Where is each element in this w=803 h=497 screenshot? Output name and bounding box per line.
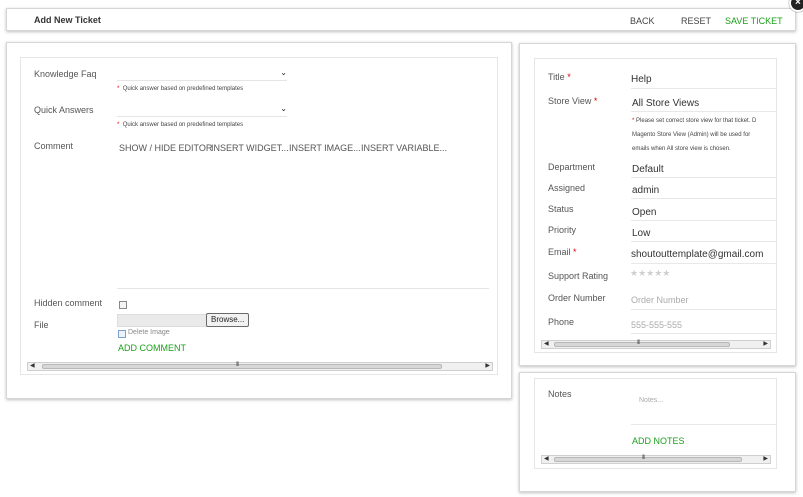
notes-textarea[interactable]: Notes... [639, 397, 663, 404]
store-view-select[interactable]: All Store Views [632, 98, 699, 109]
email-field[interactable]: shoutouttemplate@gmail.com [631, 249, 763, 260]
scroll-right-icon[interactable]: ▶ [763, 341, 768, 348]
store-view-hint: * Please set correct store view for that… [632, 114, 778, 156]
priority-select[interactable]: Low [632, 228, 650, 239]
support-rating-stars[interactable]: ★★★★★ [630, 268, 670, 279]
field-underline [631, 220, 777, 221]
field-underline [631, 198, 777, 199]
scroll-left-icon[interactable]: ◀ [544, 341, 549, 348]
hidden-comment-label: Hidden comment [34, 298, 103, 308]
scroll-right-icon[interactable]: ▶ [763, 456, 768, 463]
field-underline [631, 111, 777, 112]
required-mark: * [567, 72, 571, 82]
add-comment-button[interactable]: ADD COMMENT [118, 343, 186, 353]
knowledge-faq-label: Knowledge Faq [34, 69, 97, 79]
back-button[interactable]: BACK [630, 16, 655, 26]
store-view-label: Store View * [548, 96, 597, 106]
field-underline [631, 424, 777, 425]
order-number-label: Order Number [548, 293, 606, 303]
insert-variable-button[interactable]: INSERT VARIABLE... [361, 143, 447, 153]
scroll-left-icon[interactable]: ◀ [30, 363, 35, 370]
hint-star: * [632, 118, 635, 124]
field-underline [631, 309, 777, 310]
quick-answers-label: Quick Answers [34, 105, 94, 115]
scroll-grip-icon: III [637, 340, 640, 346]
required-mark: * [593, 96, 598, 106]
chevron-down-icon: ⌄ [280, 104, 287, 113]
notes-form: Notes Notes... ADD NOTES ◀ III ▶ [534, 378, 777, 469]
details-horizontal-scrollbar[interactable]: ◀ III ▶ [541, 340, 771, 349]
assigned-select[interactable]: admin [632, 185, 659, 196]
email-label-text: Email [548, 247, 571, 257]
assigned-label: Assigned [548, 183, 586, 193]
hidden-comment-checkbox[interactable] [119, 301, 127, 309]
store-view-hint-text-1: Please set correct store view for that t… [636, 118, 757, 124]
add-notes-button[interactable]: ADD NOTES [632, 436, 685, 446]
ticket-header-bar: Add New Ticket BACK RESET SAVE TICKET [6, 8, 796, 31]
close-icon: × [795, 0, 801, 8]
title-label: Title * [548, 72, 571, 82]
order-number-input[interactable]: Order Number [631, 295, 689, 305]
show-hide-editor-button[interactable]: SHOW / HIDE EDITOR [119, 143, 212, 153]
notes-label: Notes [548, 389, 572, 399]
title-field[interactable]: Help [631, 74, 652, 85]
quick-answers-hint: * Quick answer based on predefined templ… [117, 122, 243, 128]
notes-panel: Notes Notes... ADD NOTES ◀ III ▶ [519, 372, 796, 492]
status-select[interactable]: Open [632, 207, 656, 218]
quick-answers-select[interactable]: ⌄ [117, 103, 287, 117]
required-mark: * [573, 247, 577, 257]
save-ticket-button[interactable]: SAVE TICKET [725, 16, 783, 26]
scroll-thumb[interactable] [554, 457, 742, 462]
comment-label: Comment [34, 141, 74, 151]
store-view-hint-line-2: Magento Store View (Admin) will be used … [632, 132, 751, 138]
knowledge-faq-hint-text: Quick answer based on predefined templat… [122, 86, 244, 92]
knowledge-faq-select[interactable]: ⌄ [117, 67, 287, 81]
comment-panel: Knowledge Faq ⌄ * Quick answer based on … [6, 42, 512, 399]
page-title: Add New Ticket [34, 15, 101, 25]
knowledge-faq-hint: * Quick answer based on predefined templ… [117, 86, 243, 92]
scroll-thumb[interactable] [42, 364, 442, 369]
insert-image-button[interactable]: INSERT IMAGE... [289, 143, 361, 153]
phone-input[interactable]: 555-555-555 [631, 320, 682, 330]
editor-divider [117, 288, 489, 289]
delete-image-checkbox[interactable] [118, 330, 126, 338]
scroll-grip-icon: III [236, 362, 239, 368]
notes-horizontal-scrollbar[interactable]: ◀ III ▶ [541, 455, 771, 464]
field-underline [631, 333, 777, 334]
phone-label: Phone [548, 317, 575, 327]
ticket-details-panel: Title * Help Store View * All Store View… [519, 43, 796, 366]
store-view-hint-line-1: * Please set correct store view for that… [632, 114, 778, 128]
support-rating-label: Support Rating [548, 271, 609, 281]
status-label: Status [548, 204, 574, 214]
hint-star: * [117, 86, 120, 92]
field-underline [631, 88, 777, 89]
field-underline [631, 263, 777, 264]
scroll-grip-icon: III [642, 455, 645, 461]
department-label: Department [548, 162, 596, 172]
field-underline [631, 177, 777, 178]
comment-horizontal-scrollbar[interactable]: ◀ III ▶ [27, 362, 493, 371]
browse-button[interactable]: Browse... [206, 313, 250, 327]
ticket-details-form: Title * Help Store View * All Store View… [534, 58, 777, 353]
chevron-down-icon: ⌄ [280, 68, 287, 77]
scroll-thumb[interactable] [554, 342, 730, 347]
insert-widget-button[interactable]: INSERT WIDGET... [211, 143, 289, 153]
delete-image-label: Delete Image [128, 329, 170, 336]
store-view-hint-line-3: emails when All store view is chosen. [632, 146, 731, 152]
email-label: Email * [548, 247, 577, 257]
comment-textarea[interactable] [117, 158, 489, 286]
file-label: File [34, 320, 49, 330]
scroll-right-icon[interactable]: ▶ [485, 363, 490, 370]
comment-form: Knowledge Faq ⌄ * Quick answer based on … [20, 57, 498, 375]
title-label-text: Title [548, 72, 565, 82]
reset-button[interactable]: RESET [681, 16, 711, 26]
priority-label: Priority [548, 225, 577, 235]
hint-star: * [117, 122, 120, 128]
department-select[interactable]: Default [632, 164, 664, 175]
quick-answers-hint-text: Quick answer based on predefined templat… [122, 122, 244, 128]
store-view-label-text: Store View [548, 96, 592, 106]
field-underline [631, 241, 777, 242]
scroll-left-icon[interactable]: ◀ [544, 456, 549, 463]
file-input[interactable] [117, 314, 207, 327]
